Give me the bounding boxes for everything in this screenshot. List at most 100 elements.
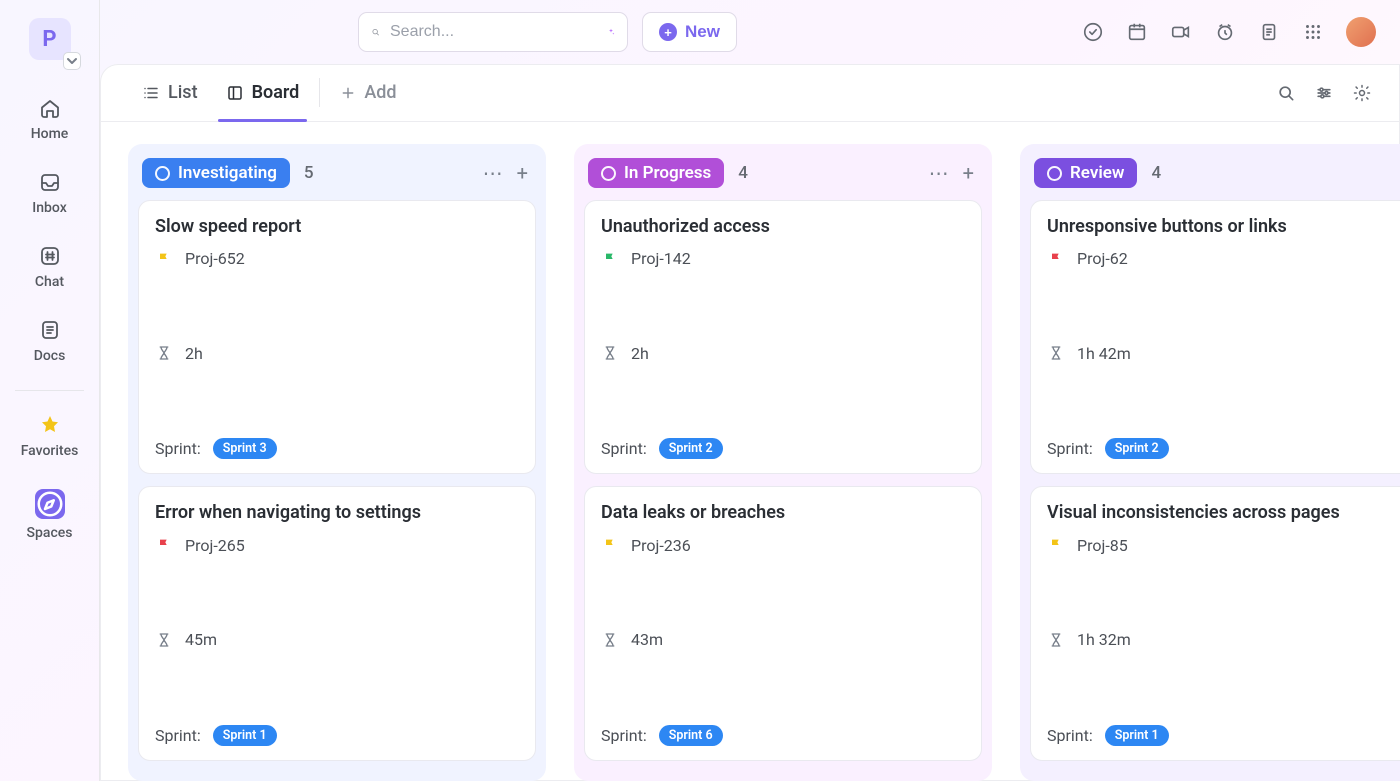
plus-icon[interactable]: + <box>963 163 974 183</box>
sprint-pill[interactable]: Sprint 2 <box>659 438 723 459</box>
sprint-pill[interactable]: Sprint 6 <box>659 725 723 746</box>
tab-board[interactable]: Board <box>212 64 314 121</box>
flag-icon <box>601 537 619 553</box>
project-id: Proj-652 <box>185 249 245 268</box>
sprint-label: Sprint: <box>155 439 201 458</box>
avatar[interactable] <box>1346 17 1376 47</box>
column-count: 4 <box>1151 163 1161 183</box>
card-title: Data leaks or breaches <box>601 501 965 525</box>
sprint-pill[interactable]: Sprint 1 <box>1105 725 1169 746</box>
sidebar-item-chat[interactable]: Chat <box>0 232 99 306</box>
task-card[interactable]: Slow speed report Proj-652 2h Sprint: Sp… <box>138 200 536 474</box>
sidebar-item-label: Favorites <box>21 443 79 459</box>
sidebar: P Home Inbox Chat <box>0 0 100 781</box>
video-icon[interactable] <box>1170 21 1192 43</box>
column-review: Review 4 ⋯ + Unresponsive buttons or lin… <box>1020 144 1400 781</box>
chevron-down-icon[interactable] <box>63 52 81 70</box>
flag-icon <box>1047 251 1065 267</box>
hourglass-icon <box>155 278 173 428</box>
column-investigating: Investigating 5 ⋯ + Slow speed report Pr… <box>128 144 546 781</box>
card-project-row: Proj-265 <box>155 536 519 555</box>
sidebar-item-label: Home <box>31 126 69 142</box>
search-icon <box>371 23 380 41</box>
card-title: Visual inconsistencies across pages <box>1047 501 1400 525</box>
search-input[interactable] <box>390 23 597 41</box>
project-id: Proj-142 <box>631 249 691 268</box>
topbar-actions <box>1082 17 1376 47</box>
tab-label: Add <box>364 82 396 103</box>
new-button[interactable]: + New <box>642 12 737 52</box>
search-input-wrap[interactable] <box>358 12 628 52</box>
sprint-pill[interactable]: Sprint 2 <box>1105 438 1169 459</box>
more-icon[interactable]: ⋯ <box>483 163 503 183</box>
sprint-pill[interactable]: Sprint 1 <box>213 725 277 746</box>
flag-icon <box>1047 537 1065 553</box>
new-button-label: New <box>685 22 720 42</box>
card-list: Unauthorized access Proj-142 2h Sprint: … <box>584 200 982 771</box>
card-sprint-row: Sprint: Sprint 1 <box>1047 725 1400 746</box>
project-id: Proj-236 <box>631 536 691 555</box>
more-icon[interactable]: ⋯ <box>929 163 949 183</box>
status-pill[interactable]: Review <box>1034 158 1137 188</box>
task-card[interactable]: Visual inconsistencies across pages Proj… <box>1030 486 1400 760</box>
hourglass-icon <box>155 565 173 715</box>
sprint-pill[interactable]: Sprint 3 <box>213 438 277 459</box>
column-header: Investigating 5 ⋯ + <box>138 154 536 200</box>
card-title: Slow speed report <box>155 215 519 239</box>
list-icon <box>142 84 160 102</box>
apps-icon[interactable] <box>1302 21 1324 43</box>
tab-add-view[interactable]: Add <box>326 64 410 121</box>
hourglass-icon <box>1047 565 1065 715</box>
card-time-row: 45m <box>155 565 519 715</box>
calendar-icon[interactable] <box>1126 21 1148 43</box>
sprint-label: Sprint: <box>601 439 647 458</box>
inbox-icon <box>38 170 62 194</box>
sparkle-icon[interactable] <box>607 24 615 40</box>
project-id: Proj-85 <box>1077 536 1128 555</box>
sidebar-item-label: Docs <box>34 348 66 364</box>
sprint-label: Sprint: <box>601 726 647 745</box>
workspace-switcher[interactable]: P <box>29 18 71 60</box>
task-card[interactable]: Unauthorized access Proj-142 2h Sprint: … <box>584 200 982 474</box>
clock-icon[interactable] <box>1214 21 1236 43</box>
sprint-label: Sprint: <box>1047 439 1093 458</box>
search-icon[interactable] <box>1276 83 1296 103</box>
status-label: In Progress <box>624 163 711 183</box>
sidebar-item-inbox[interactable]: Inbox <box>0 158 99 232</box>
hourglass-icon <box>601 278 619 428</box>
flag-icon <box>155 251 173 267</box>
sidebar-item-favorites[interactable]: Favorites <box>0 401 99 475</box>
sidebar-item-label: Spaces <box>27 525 73 541</box>
card-time-row: 43m <box>601 565 965 715</box>
card-sprint-row: Sprint: Sprint 6 <box>601 725 965 746</box>
status-pill[interactable]: Investigating <box>142 158 290 188</box>
card-title: Unauthorized access <box>601 215 965 239</box>
card-list: Slow speed report Proj-652 2h Sprint: Sp… <box>138 200 536 771</box>
sidebar-item-docs[interactable]: Docs <box>0 306 99 380</box>
sprint-label: Sprint: <box>1047 726 1093 745</box>
task-card[interactable]: Unresponsive buttons or links Proj-62 1h… <box>1030 200 1400 474</box>
tab-list[interactable]: List <box>128 64 212 121</box>
card-list: Unresponsive buttons or links Proj-62 1h… <box>1030 200 1400 771</box>
card-sprint-row: Sprint: Sprint 3 <box>155 438 519 459</box>
sidebar-item-label: Chat <box>35 274 64 290</box>
gear-icon[interactable] <box>1352 83 1372 103</box>
sidebar-item-spaces[interactable]: Spaces <box>0 477 99 557</box>
status-label: Review <box>1070 163 1124 183</box>
time-value: 1h 32m <box>1077 630 1131 649</box>
status-pill[interactable]: In Progress <box>588 158 724 188</box>
note-icon[interactable] <box>1258 21 1280 43</box>
card-title: Unresponsive buttons or links <box>1047 215 1400 239</box>
task-card[interactable]: Data leaks or breaches Proj-236 43m Spri… <box>584 486 982 760</box>
hourglass-icon <box>1047 278 1065 428</box>
sidebar-item-label: Inbox <box>32 200 66 216</box>
card-time-row: 1h 42m <box>1047 278 1400 428</box>
topbar: + New <box>100 0 1400 64</box>
sidebar-item-home[interactable]: Home <box>0 84 99 158</box>
home-icon <box>38 96 62 120</box>
plus-icon[interactable]: + <box>517 163 528 183</box>
card-time-row: 2h <box>155 278 519 428</box>
filter-icon[interactable] <box>1314 83 1334 103</box>
check-circle-icon[interactable] <box>1082 21 1104 43</box>
task-card[interactable]: Error when navigating to settings Proj-2… <box>138 486 536 760</box>
